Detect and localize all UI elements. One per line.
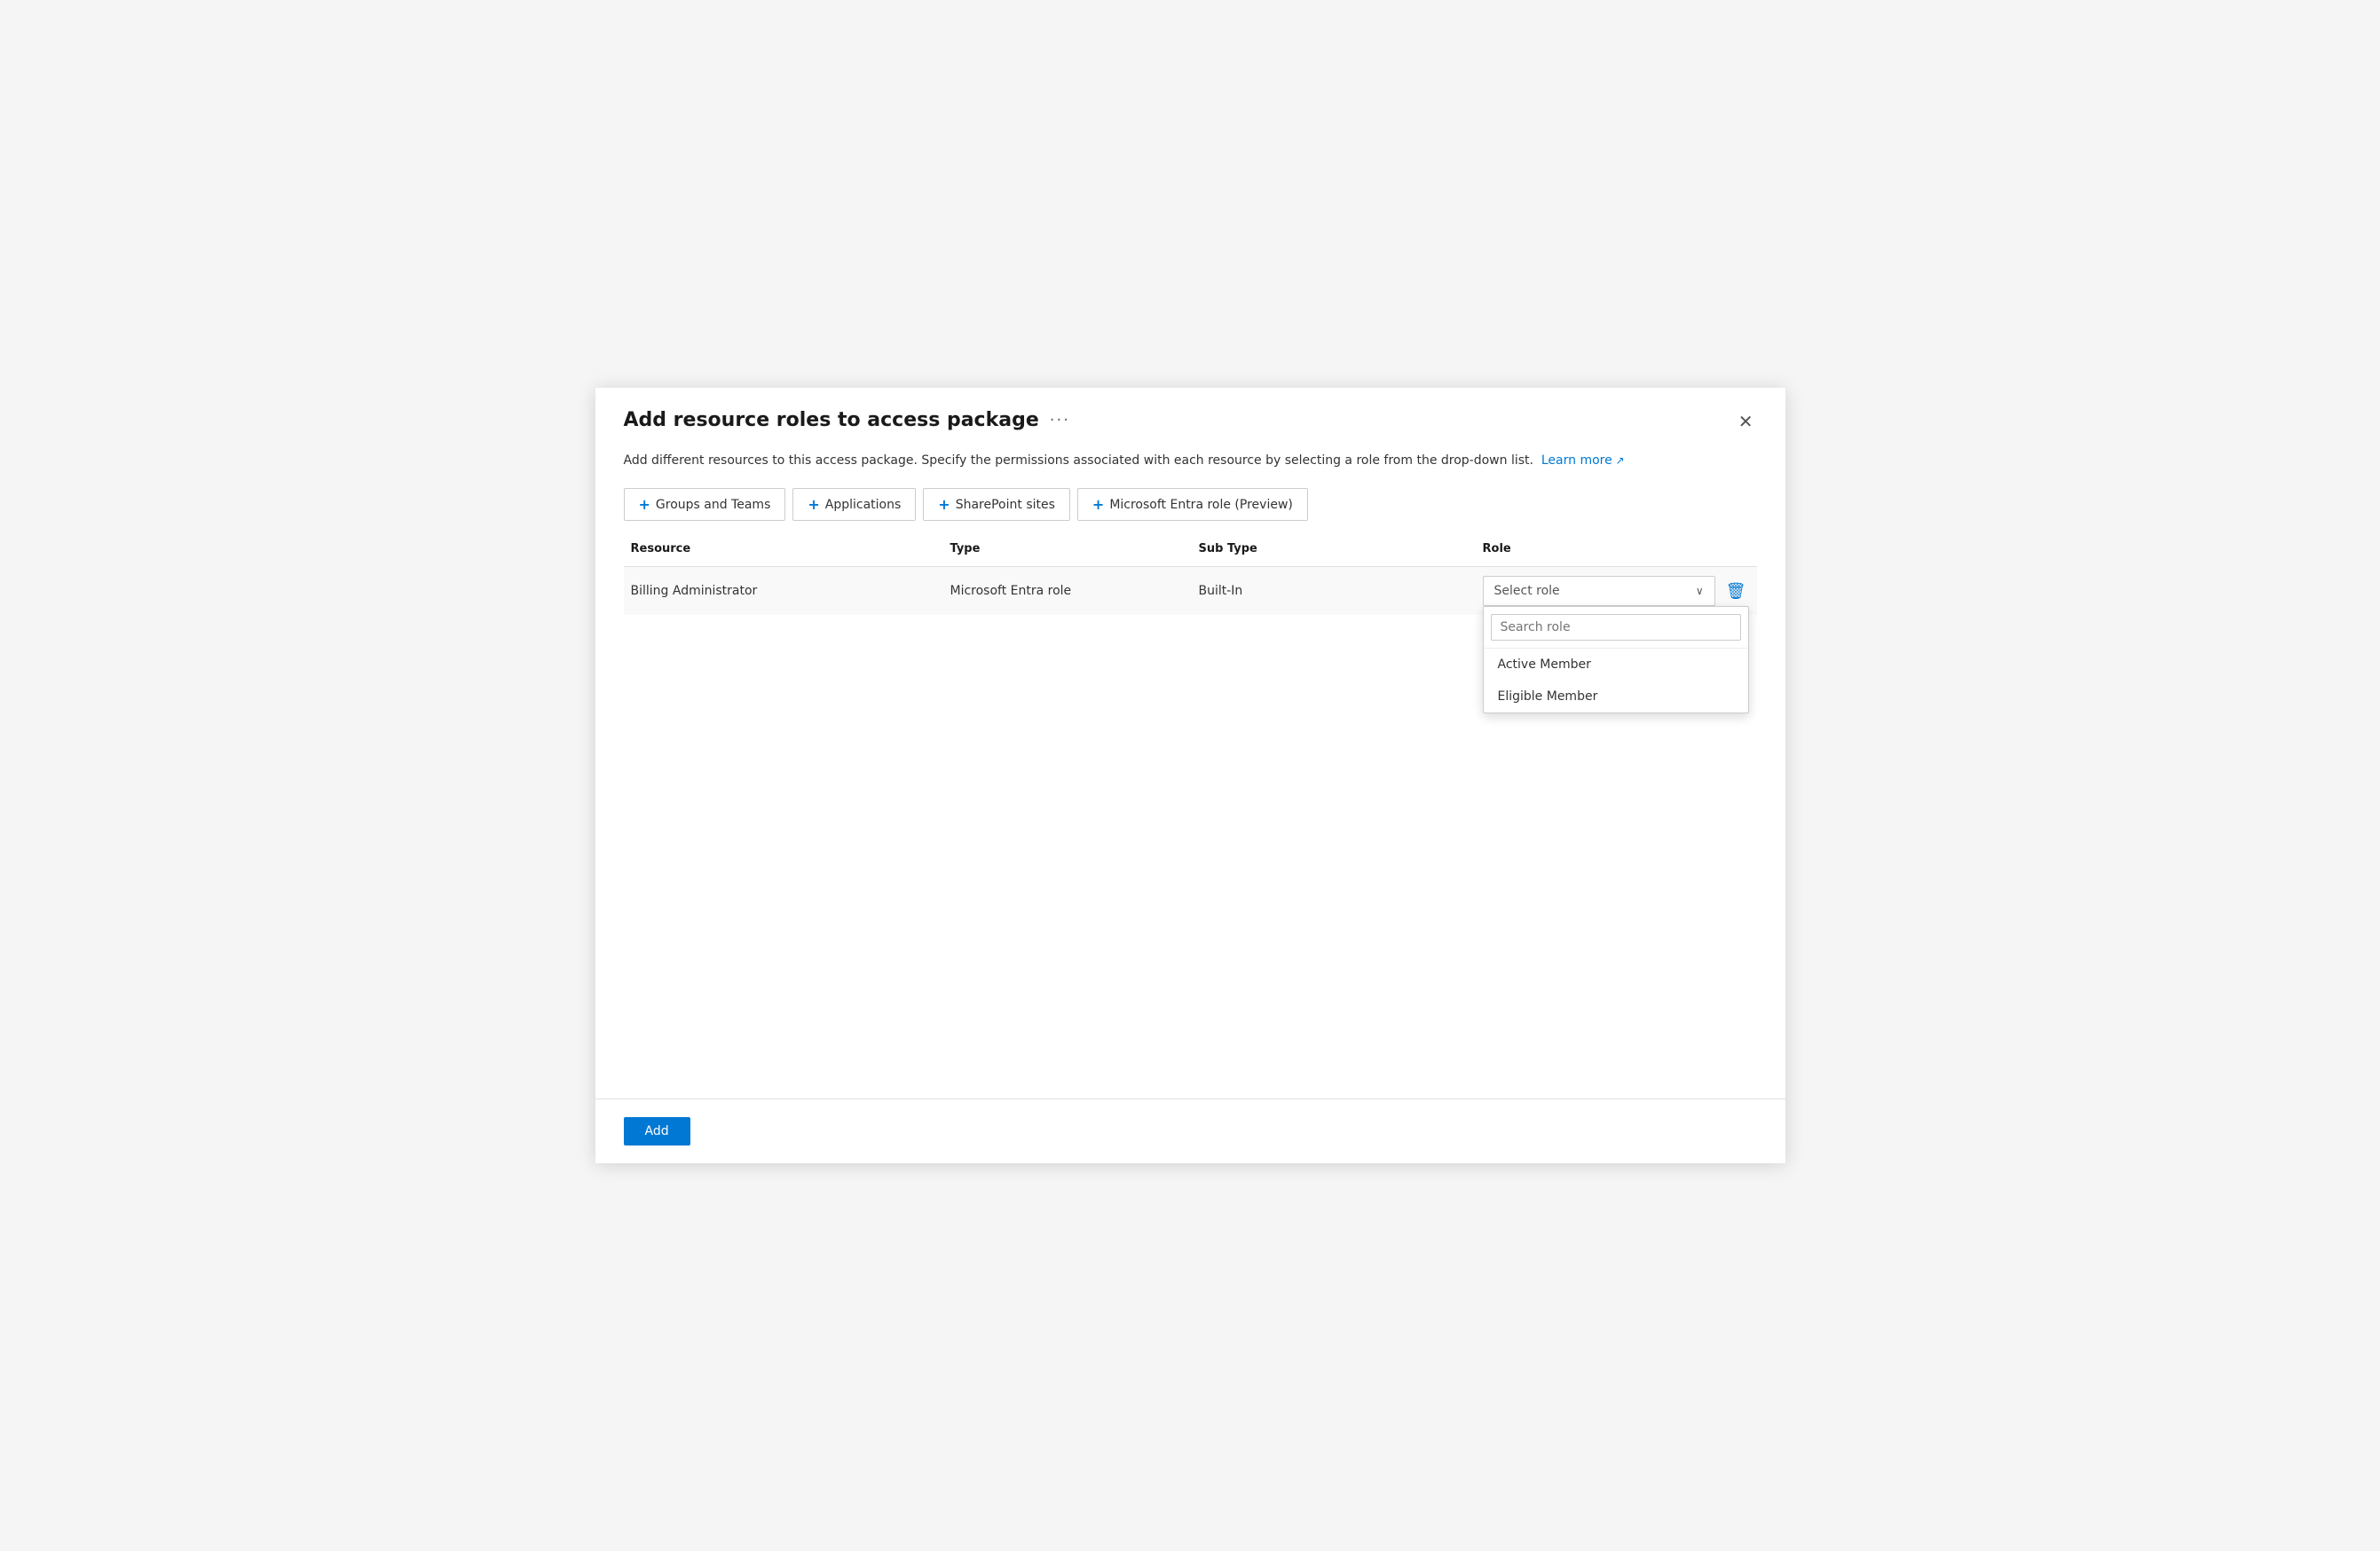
search-role-input[interactable] [1491, 614, 1741, 641]
applications-button[interactable]: + Applications [792, 488, 916, 521]
groups-teams-label: Groups and Teams [656, 498, 770, 512]
resource-type: Microsoft Entra role [943, 575, 1192, 607]
external-link-icon: ↗ [1612, 454, 1625, 467]
sharepoint-label: SharePoint sites [956, 498, 1055, 512]
dropdown-item-eligible-member[interactable]: Eligible Member [1484, 681, 1748, 713]
dropdown-item-active-member[interactable]: Active Member [1484, 649, 1748, 681]
groups-teams-button[interactable]: + Groups and Teams [624, 488, 786, 521]
toolbar: + Groups and Teams + Applications + Shar… [595, 470, 1785, 521]
table-header: Resource Type Sub Type Role [624, 539, 1757, 567]
add-button[interactable]: Add [624, 1117, 690, 1146]
role-dropdown: Active Member Eligible Member [1483, 606, 1749, 713]
modal-container: Add resource roles to access package ···… [595, 388, 1785, 1163]
chevron-down-icon: ∨ [1696, 585, 1704, 597]
resource-name: Billing Administrator [624, 575, 943, 607]
applications-label: Applications [825, 498, 902, 512]
role-select-container: Select role ∨ Active Member Eligible Mem… [1483, 576, 1715, 606]
modal-footer: Add [595, 1098, 1785, 1163]
column-resource: Resource [624, 539, 943, 559]
delete-row-button[interactable]: 🗑 [1722, 579, 1750, 604]
delete-icon: 🗑 [1726, 582, 1746, 601]
resource-table: Resource Type Sub Type Role Billing Admi… [595, 521, 1785, 1098]
column-subtype: Sub Type [1192, 539, 1476, 559]
sharepoint-button[interactable]: + SharePoint sites [923, 488, 1070, 521]
plus-icon-applications: + [808, 496, 819, 513]
role-select-placeholder: Select role [1494, 584, 1560, 598]
entra-role-button[interactable]: + Microsoft Entra role (Preview) [1077, 488, 1308, 521]
plus-icon-groups: + [639, 496, 650, 513]
plus-icon-entra: + [1092, 496, 1104, 513]
learn-more-link[interactable]: Learn more ↗ [1541, 453, 1625, 468]
more-options-icon[interactable]: ··· [1050, 411, 1070, 429]
resource-subtype: Built-In [1192, 575, 1476, 607]
column-role: Role [1476, 539, 1757, 559]
description-text: Add different resources to this access p… [624, 453, 1533, 468]
modal-title: Add resource roles to access package [624, 409, 1039, 431]
modal-title-area: Add resource roles to access package ··· [624, 409, 1070, 431]
plus-icon-sharepoint: + [938, 496, 950, 513]
close-button[interactable]: ✕ [1735, 409, 1757, 434]
dropdown-search-area [1484, 607, 1748, 649]
modal-description: Add different resources to this access p… [595, 434, 1785, 470]
close-icon: ✕ [1738, 411, 1753, 432]
role-cell: Select role ∨ Active Member Eligible Mem… [1476, 567, 1757, 615]
table-row: Billing Administrator Microsoft Entra ro… [624, 567, 1757, 615]
role-select-button[interactable]: Select role ∨ [1483, 576, 1715, 606]
entra-label: Microsoft Entra role (Preview) [1109, 498, 1293, 512]
modal-header: Add resource roles to access package ···… [595, 388, 1785, 434]
column-type: Type [943, 539, 1192, 559]
